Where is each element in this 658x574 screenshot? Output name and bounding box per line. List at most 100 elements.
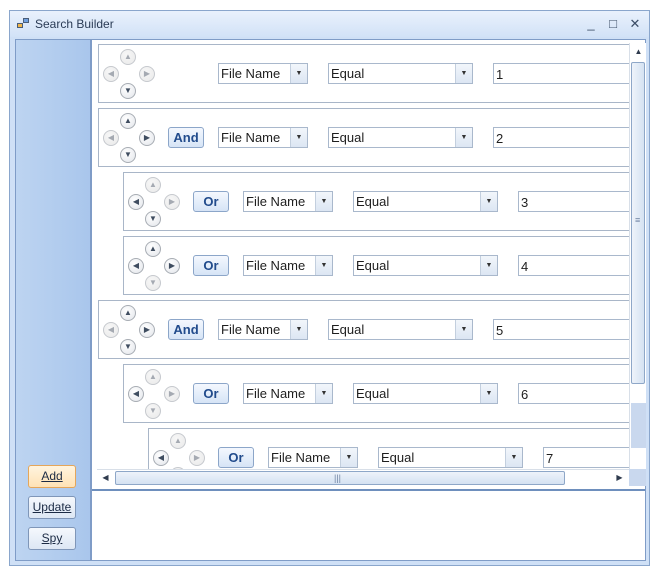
field-select[interactable]: File Name ▼	[218, 63, 308, 84]
update-button[interactable]: Update	[28, 496, 76, 519]
chevron-down-icon[interactable]: ▼	[505, 448, 522, 467]
field-select[interactable]: File Name ▼	[268, 447, 358, 468]
move-controls: ▲ ◀ ▶ ▼	[124, 365, 184, 424]
arrow-right-icon[interactable]: ▶	[164, 386, 180, 402]
arrow-left-icon[interactable]: ◀	[128, 386, 144, 402]
scroll-corner	[629, 469, 646, 486]
value-input[interactable]: 1	[493, 63, 629, 84]
logic-toggle-button[interactable]: And	[168, 127, 204, 148]
scroll-right-icon[interactable]: ▶	[612, 470, 627, 486]
value-input[interactable]: 6	[518, 383, 629, 404]
vertical-scroll-track[interactable]	[631, 403, 646, 448]
condition-row: ▲ ◀ ▶ ▼ Or File Name ▼ Equal ▼ 7	[148, 428, 629, 469]
operator-select[interactable]: Equal ▼	[378, 447, 523, 468]
arrow-down-icon[interactable]: ▼	[145, 403, 161, 419]
operator-select[interactable]: Equal ▼	[353, 191, 498, 212]
chevron-down-icon[interactable]: ▼	[455, 128, 472, 147]
chevron-down-icon[interactable]: ▼	[290, 64, 307, 83]
search-builder-window: Search Builder _ □ ✕ Add Update Spy ▲ ◀ …	[9, 10, 650, 566]
arrow-down-icon[interactable]: ▼	[145, 211, 161, 227]
title-bar[interactable]: Search Builder _ □ ✕	[10, 11, 649, 37]
arrow-right-icon[interactable]: ▶	[139, 130, 155, 146]
arrow-right-icon[interactable]: ▶	[164, 194, 180, 210]
app-icon	[17, 18, 31, 30]
scroll-left-icon[interactable]: ◀	[98, 470, 113, 486]
arrow-left-icon[interactable]: ◀	[103, 322, 119, 338]
maximize-button[interactable]: □	[604, 15, 622, 33]
grip-icon: ≡	[635, 215, 641, 225]
chevron-down-icon[interactable]: ▼	[290, 128, 307, 147]
arrow-up-icon[interactable]: ▲	[120, 305, 136, 321]
scroll-up-icon[interactable]: ▲	[631, 44, 646, 60]
arrow-left-icon[interactable]: ◀	[153, 450, 169, 466]
operator-select[interactable]: Equal ▼	[353, 255, 498, 276]
arrow-left-icon[interactable]: ◀	[128, 258, 144, 274]
arrow-down-icon[interactable]: ▼	[120, 83, 136, 99]
operator-select[interactable]: Equal ▼	[328, 319, 473, 340]
operator-select[interactable]: Equal ▼	[328, 63, 473, 84]
arrow-down-icon[interactable]: ▼	[145, 275, 161, 291]
field-select[interactable]: File Name ▼	[243, 383, 333, 404]
chevron-down-icon[interactable]: ▼	[480, 256, 497, 275]
chevron-down-icon[interactable]: ▼	[340, 448, 357, 467]
arrow-up-icon[interactable]: ▲	[145, 241, 161, 257]
chevron-down-icon[interactable]: ▼	[315, 384, 332, 403]
add-button[interactable]: Add	[28, 465, 76, 488]
horizontal-scroll-thumb[interactable]: |||	[115, 471, 565, 485]
arrow-up-icon[interactable]: ▲	[120, 113, 136, 129]
arrow-left-icon[interactable]: ◀	[128, 194, 144, 210]
arrow-up-icon[interactable]: ▲	[145, 369, 161, 385]
arrow-down-icon[interactable]: ▼	[120, 339, 136, 355]
logic-toggle-button[interactable]: And	[168, 319, 204, 340]
chevron-down-icon[interactable]: ▼	[480, 384, 497, 403]
arrow-right-icon[interactable]: ▶	[139, 66, 155, 82]
logic-toggle-button[interactable]: Or	[193, 383, 229, 404]
field-select[interactable]: File Name ▼	[243, 191, 333, 212]
arrow-left-icon[interactable]: ◀	[103, 130, 119, 146]
chevron-down-icon[interactable]: ▼	[455, 320, 472, 339]
move-controls: ▲ ◀ ▶ ▼	[99, 109, 159, 168]
grip-icon: |||	[334, 473, 342, 483]
spy-button[interactable]: Spy	[28, 527, 76, 550]
minimize-button[interactable]: _	[582, 15, 600, 33]
arrow-up-icon[interactable]: ▲	[170, 433, 186, 449]
output-panel[interactable]	[92, 489, 645, 560]
arrow-right-icon[interactable]: ▶	[139, 322, 155, 338]
arrow-left-icon[interactable]: ◀	[103, 66, 119, 82]
field-select[interactable]: File Name ▼	[243, 255, 333, 276]
value-input[interactable]: 2	[493, 127, 629, 148]
condition-row: ▲ ◀ ▶ ▼ And File Name ▼ Equal ▼ 2	[98, 108, 629, 167]
condition-row: ▲ ◀ ▶ ▼ Or File Name ▼ Equal ▼ 3	[123, 172, 629, 231]
chevron-down-icon[interactable]: ▼	[315, 256, 332, 275]
operator-select[interactable]: Equal ▼	[353, 383, 498, 404]
horizontal-scrollbar[interactable]: ◀ ||| ▶	[97, 469, 629, 486]
logic-toggle-button[interactable]: Or	[193, 191, 229, 212]
value-input[interactable]: 5	[493, 319, 629, 340]
arrow-up-icon[interactable]: ▲	[145, 177, 161, 193]
chevron-down-icon[interactable]: ▼	[290, 320, 307, 339]
arrow-up-icon[interactable]: ▲	[120, 49, 136, 65]
value-input[interactable]: 4	[518, 255, 629, 276]
vertical-scrollbar[interactable]: ▲ ≡	[629, 43, 646, 469]
value-input[interactable]: 7	[543, 447, 629, 468]
operator-select[interactable]: Equal ▼	[328, 127, 473, 148]
main-panel: ▲ ◀ ▶ ▼ File Name ▼ Equal ▼ 1 ▲ ◀ ▶ ▼ An…	[91, 39, 646, 561]
vertical-scroll-thumb[interactable]: ≡	[631, 62, 645, 384]
chevron-down-icon[interactable]: ▼	[315, 192, 332, 211]
move-controls: ▲ ◀ ▶ ▼	[99, 301, 159, 360]
move-controls: ▲ ◀ ▶ ▼	[99, 45, 159, 104]
logic-toggle-button[interactable]: Or	[218, 447, 254, 468]
move-controls: ▲ ◀ ▶ ▼	[149, 429, 209, 469]
field-select[interactable]: File Name ▼	[218, 127, 308, 148]
logic-toggle-button[interactable]: Or	[193, 255, 229, 276]
condition-row: ▲ ◀ ▶ ▼ Or File Name ▼ Equal ▼ 6	[123, 364, 629, 423]
chevron-down-icon[interactable]: ▼	[455, 64, 472, 83]
window-title: Search Builder	[35, 17, 114, 31]
chevron-down-icon[interactable]: ▼	[480, 192, 497, 211]
arrow-down-icon[interactable]: ▼	[120, 147, 136, 163]
arrow-right-icon[interactable]: ▶	[189, 450, 205, 466]
arrow-right-icon[interactable]: ▶	[164, 258, 180, 274]
field-select[interactable]: File Name ▼	[218, 319, 308, 340]
value-input[interactable]: 3	[518, 191, 629, 212]
close-button[interactable]: ✕	[626, 15, 644, 33]
